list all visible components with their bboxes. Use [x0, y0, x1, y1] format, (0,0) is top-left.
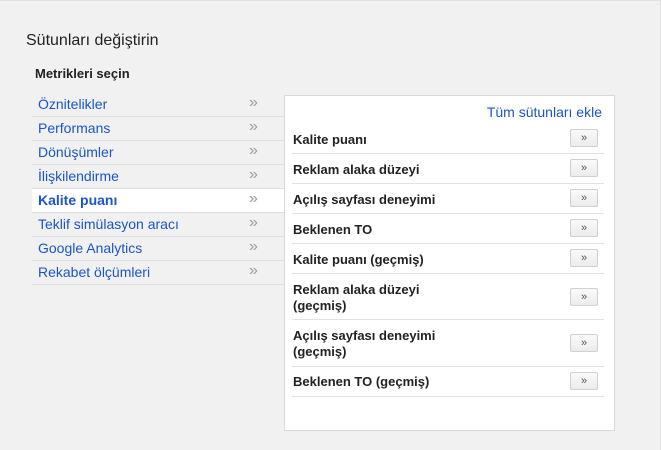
- sidebar-item-attributes[interactable]: Öznitelikler »: [32, 93, 284, 117]
- section-title: Metrikleri seçin: [35, 66, 130, 81]
- sidebar-item-label: Dönüşümler: [38, 144, 114, 160]
- sidebar-item-bid-simulator[interactable]: Teklif simülasyon aracı »: [32, 213, 284, 237]
- chevron-right-icon: »: [249, 262, 258, 279]
- sidebar-item-conversions[interactable]: Dönüşümler »: [32, 141, 284, 165]
- add-all-columns-link[interactable]: Tüm sütunları ekle: [487, 104, 602, 120]
- metric-row-ad-relevance-hist: Reklam alaka düzeyi (geçmiş) »: [292, 274, 604, 320]
- sidebar-item-label: Öznitelikler: [38, 96, 108, 112]
- metric-label: Reklam alaka düzeyi (geçmiş): [293, 282, 420, 313]
- add-column-button[interactable]: »: [570, 129, 598, 147]
- sidebar-item-label: İlişkilendirme: [38, 168, 119, 184]
- chevron-right-icon: »: [249, 214, 258, 231]
- add-column-button[interactable]: »: [570, 159, 598, 177]
- chevron-right-icon: »: [249, 166, 258, 183]
- chevron-right-icon: »: [249, 94, 258, 111]
- add-column-button[interactable]: »: [570, 334, 598, 352]
- metrics-panel: Tüm sütunları ekle Kalite puanı » Reklam…: [284, 95, 615, 431]
- sidebar-item-attribution[interactable]: İlişkilendirme »: [32, 165, 284, 189]
- chevron-right-icon: »: [249, 238, 258, 255]
- metric-label: Beklenen TO (geçmiş): [293, 374, 430, 389]
- chevron-right-icon: »: [249, 142, 258, 159]
- metric-label: Açılış sayfası deneyimi (geçmiş): [293, 328, 436, 359]
- chevron-right-icon: »: [249, 118, 258, 135]
- metric-row-ad-relevance: Reklam alaka düzeyi »: [292, 154, 604, 184]
- sidebar-item-performance[interactable]: Performans »: [32, 117, 284, 141]
- metric-label: Kalite puanı (geçmiş): [293, 252, 424, 267]
- top-divider: [0, 0, 661, 1]
- chevron-right-icon: »: [249, 190, 258, 207]
- sidebar-item-label: Teklif simülasyon aracı: [38, 216, 179, 232]
- metric-row-expected-ctr: Beklenen TO »: [292, 214, 604, 244]
- metric-row-quality-score-hist: Kalite puanı (geçmiş) »: [292, 244, 604, 274]
- metric-row-quality-score: Kalite puanı »: [292, 124, 604, 154]
- metric-label: Beklenen TO: [293, 222, 373, 237]
- metric-row-landing-page: Açılış sayfası deneyimi »: [292, 184, 604, 214]
- sidebar-item-quality-score[interactable]: Kalite puanı »: [32, 188, 285, 213]
- add-column-button[interactable]: »: [570, 219, 598, 237]
- add-column-button[interactable]: »: [570, 372, 598, 390]
- metric-label: Reklam alaka düzeyi: [293, 162, 420, 177]
- add-column-button[interactable]: »: [570, 288, 598, 306]
- sidebar-item-label: Performans: [38, 120, 111, 136]
- sidebar-item-google-analytics[interactable]: Google Analytics »: [32, 237, 284, 261]
- sidebar-item-label: Rekabet ölçümleri: [38, 264, 151, 280]
- sidebar-item-label: Google Analytics: [38, 240, 143, 256]
- metric-label: Açılış sayfası deneyimi: [293, 192, 436, 207]
- page-title: Sütunları değiştirin: [26, 32, 159, 49]
- sidebar-item-competitive-metrics[interactable]: Rekabet ölçümleri »: [32, 261, 284, 285]
- add-column-button[interactable]: »: [570, 189, 598, 207]
- metric-row-landing-page-hist: Açılış sayfası deneyimi (geçmiş) »: [292, 320, 604, 367]
- metric-row-expected-ctr-hist: Beklenen TO (geçmiş) »: [292, 367, 604, 397]
- sidebar-item-label: Kalite puanı: [38, 192, 118, 208]
- add-column-button[interactable]: »: [570, 249, 598, 267]
- metric-category-list: Öznitelikler » Performans » Dönüşümler »…: [32, 93, 285, 285]
- metric-label: Kalite puanı: [293, 132, 367, 147]
